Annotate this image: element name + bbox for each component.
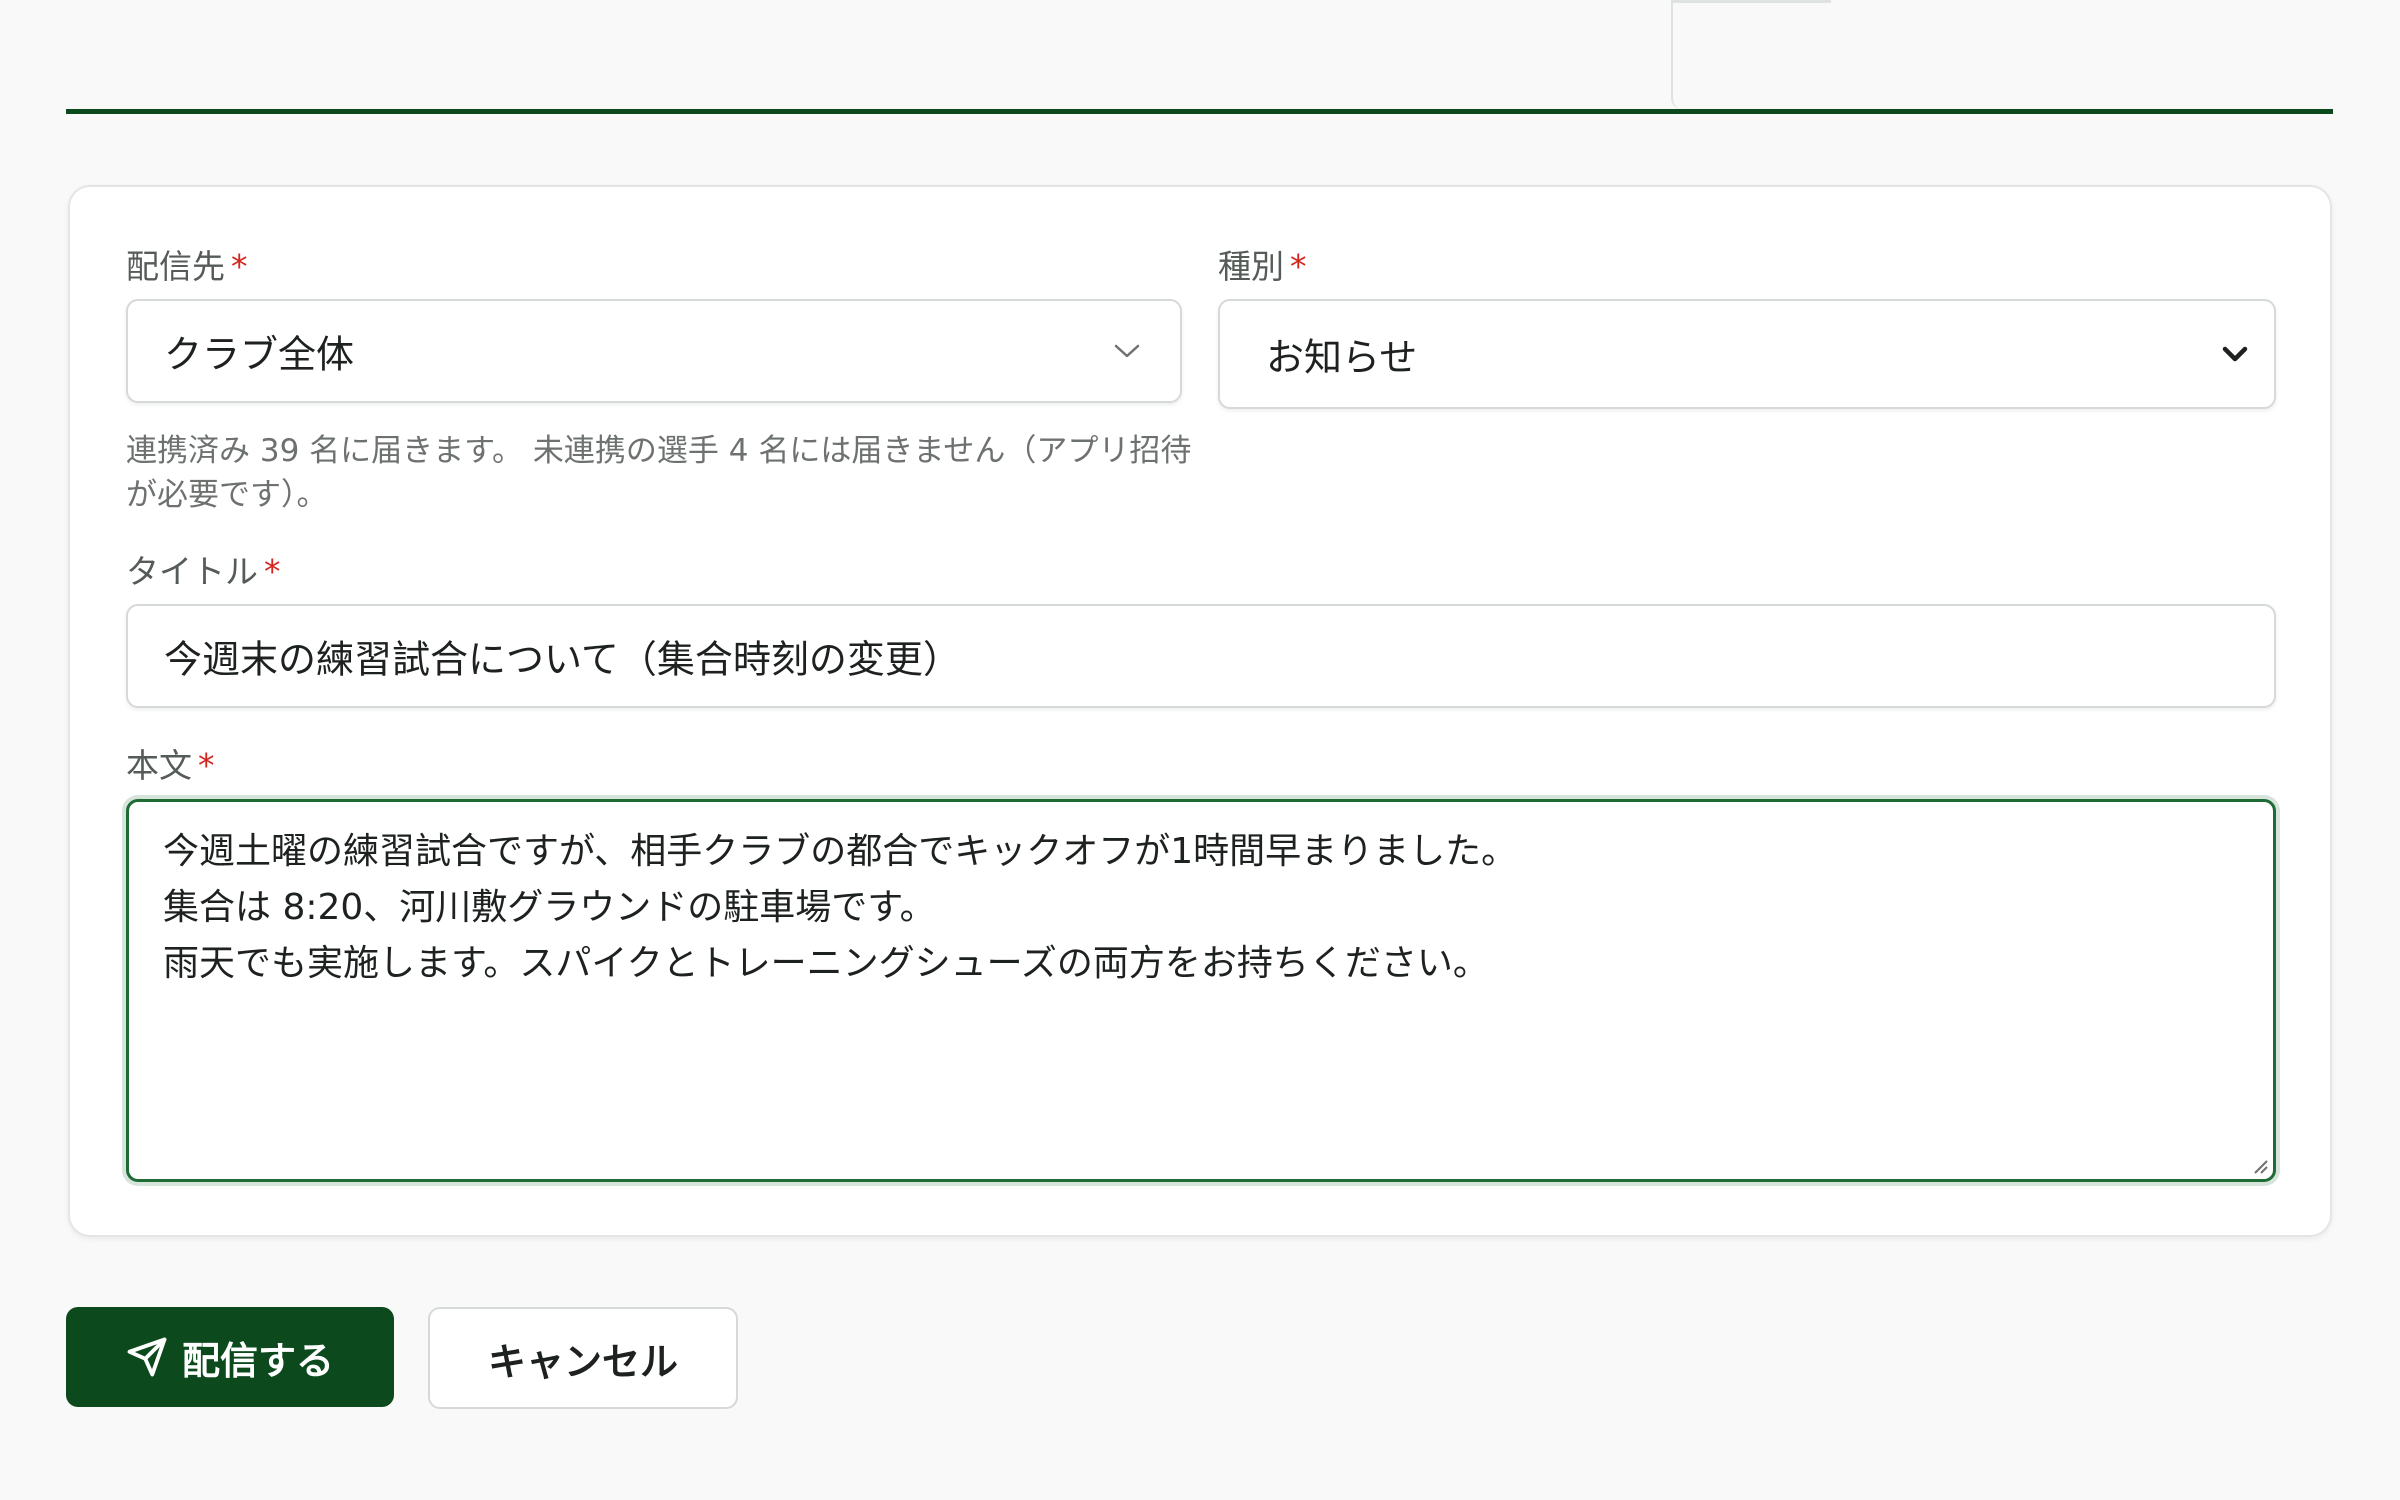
- chevron-down-icon: [2222, 346, 2248, 362]
- required-mark: *: [231, 247, 248, 286]
- category-select[interactable]: お知らせ: [1218, 299, 2276, 409]
- title-input-value: 今週末の練習試合について（集合時刻の変更）: [164, 637, 961, 682]
- body-textarea-value: 今週土曜の練習試合ですが、相手クラブの都合でキックオフが1時間早まりました。 集…: [163, 831, 1518, 984]
- category-select-value: お知らせ: [1266, 335, 1418, 380]
- send-button[interactable]: 配信する: [66, 1307, 394, 1407]
- title-input[interactable]: 今週末の練習試合について（集合時刻の変更）: [126, 604, 2276, 708]
- top-tab-bar: [66, 0, 2333, 116]
- required-mark: *: [264, 552, 281, 591]
- category-label: 種別 *: [1218, 250, 1307, 283]
- title-label: タイトル *: [126, 555, 281, 588]
- body-textarea[interactable]: 今週土曜の練習試合ですが、相手クラブの都合でキックオフが1時間早まりました。 集…: [126, 799, 2276, 1182]
- resize-handle-icon[interactable]: [2251, 1157, 2269, 1175]
- send-button-label: 配信する: [181, 1338, 334, 1383]
- destination-label: 配信先 *: [126, 250, 248, 283]
- required-mark: *: [1290, 247, 1307, 286]
- cancel-button[interactable]: キャンセル: [428, 1307, 738, 1409]
- destination-select-value: クラブ全体: [164, 332, 355, 377]
- announcement-form-card: 配信先 * クラブ全体 連携済み 39 名に届きます。 未連携の選手 4 名には届…: [68, 185, 2332, 1237]
- body-label: 本文 *: [126, 749, 215, 782]
- chevron-down-icon: [1114, 344, 1140, 358]
- header-divider: [66, 109, 2333, 114]
- category-label-text: 種別: [1218, 247, 1284, 286]
- required-mark: *: [198, 746, 215, 785]
- destination-label-text: 配信先: [126, 247, 225, 286]
- title-label-text: タイトル: [126, 552, 258, 591]
- body-label-text: 本文: [126, 746, 192, 785]
- destination-helper-text: 連携済み 39 名に届きます。 未連携の選手 4 名には届きません（アプリ招待が…: [126, 433, 1192, 513]
- cancel-button-label: キャンセル: [487, 1339, 678, 1384]
- send-icon: [127, 1337, 167, 1377]
- destination-select[interactable]: クラブ全体: [126, 299, 1182, 403]
- tab-edge: [1671, 0, 1831, 110]
